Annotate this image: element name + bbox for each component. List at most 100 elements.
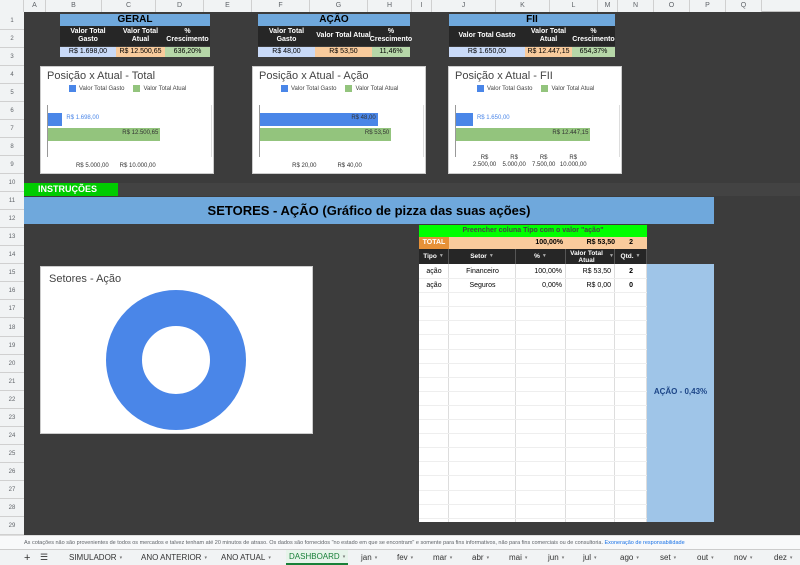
row-header[interactable]: 25 — [0, 444, 24, 463]
add-sheet-icon[interactable]: + — [24, 552, 30, 564]
total-val[interactable]: R$ 53,50 — [567, 237, 619, 249]
column-header[interactable]: H — [368, 0, 412, 12]
column-header[interactable]: B — [46, 0, 102, 12]
column-header[interactable]: M — [598, 0, 618, 12]
chevron-down-icon[interactable]: ▾ — [204, 555, 207, 561]
acao-v2[interactable]: R$ 53,50 — [315, 47, 372, 57]
geral-v3[interactable]: 636,20% — [165, 47, 210, 57]
sheet-tab[interactable]: set ▾ — [657, 550, 679, 565]
sheet-tab[interactable]: jan ▾ — [358, 550, 380, 565]
geral-v2[interactable]: R$ 12.500,65 — [116, 47, 165, 57]
fii-v2[interactable]: R$ 12.447,15 — [525, 47, 572, 57]
fii-v1[interactable]: R$ 1.650,00 — [449, 47, 525, 57]
row-header[interactable]: 11 — [0, 192, 24, 211]
instructions-tab[interactable]: INSTRUÇÕES — [24, 183, 118, 196]
row-header[interactable]: 14 — [0, 246, 24, 265]
column-header[interactable]: C — [102, 0, 156, 12]
row-header[interactable]: 9 — [0, 156, 24, 175]
filter-icon[interactable]: ▼ — [609, 253, 614, 260]
sector-cell-pct[interactable]: 100,00% — [516, 266, 566, 278]
row-header[interactable]: 26 — [0, 462, 24, 481]
chevron-down-icon[interactable]: ▾ — [120, 555, 123, 561]
row-header[interactable]: 5 — [0, 84, 24, 103]
column-header[interactable]: K — [496, 0, 550, 12]
sheet-tab[interactable]: abr ▾ — [469, 550, 492, 565]
filter-icon[interactable]: ▼ — [636, 253, 641, 260]
row-header[interactable]: 21 — [0, 372, 24, 391]
row-header[interactable]: 29 — [0, 516, 24, 535]
row-header[interactable]: 20 — [0, 354, 24, 373]
sheet-tab[interactable]: ago ▾ — [617, 550, 642, 565]
total-pct[interactable]: 100,00% — [515, 237, 567, 249]
chevron-down-icon[interactable]: ▾ — [450, 555, 453, 561]
sector-col-header[interactable]: Valor Total Atual ▼ — [566, 249, 615, 264]
sector-cell-setor[interactable]: Financeiro — [449, 266, 516, 278]
sheet-tab[interactable]: SIMULADOR ▾ — [66, 550, 125, 565]
row-header[interactable]: 17 — [0, 300, 24, 319]
filter-icon[interactable]: ▼ — [489, 253, 494, 260]
column-header[interactable]: F — [252, 0, 310, 12]
sheet-tab[interactable]: mar ▾ — [430, 550, 455, 565]
sheet-tab[interactable]: DASHBOARD ▾ — [286, 550, 349, 565]
sector-col-header[interactable]: Tipo ▼ — [419, 249, 449, 264]
row-header[interactable]: 4 — [0, 66, 24, 85]
column-header[interactable]: O — [654, 0, 690, 12]
column-header[interactable] — [0, 0, 24, 12]
row-header[interactable]: 28 — [0, 498, 24, 517]
fii-v3[interactable]: 654,37% — [572, 47, 615, 57]
acao-v1[interactable]: R$ 48,00 — [258, 47, 315, 57]
column-header[interactable]: A — [24, 0, 46, 12]
chevron-down-icon[interactable]: ▾ — [562, 555, 565, 561]
chart-acao[interactable]: Posição x Atual - Ação Valor Total Gasto… — [252, 66, 426, 174]
acao-v3[interactable]: 11,46% — [372, 47, 410, 57]
chart-total[interactable]: Posição x Atual - Total Valor Total Gast… — [40, 66, 214, 174]
chevron-down-icon[interactable]: ▾ — [487, 555, 490, 561]
row-header[interactable]: 3 — [0, 48, 24, 67]
chevron-down-icon[interactable]: ▾ — [790, 555, 793, 561]
row-header[interactable]: 13 — [0, 228, 24, 247]
sector-col-header[interactable]: Setor ▼ — [449, 249, 516, 264]
row-header[interactable]: 12 — [0, 210, 24, 229]
sector-col-header[interactable]: Qtd. ▼ — [615, 249, 647, 264]
sheet-tab[interactable]: jun ▾ — [545, 550, 567, 565]
sector-cell-valor[interactable]: R$ 0,00 — [566, 280, 615, 292]
column-header[interactable]: E — [204, 0, 252, 12]
column-header[interactable]: N — [618, 0, 654, 12]
sector-cell-qtd[interactable]: 2 — [615, 266, 647, 278]
chevron-down-icon[interactable]: ▾ — [343, 554, 346, 560]
sector-cell-setor[interactable]: Seguros — [449, 280, 516, 292]
row-header[interactable]: 16 — [0, 282, 24, 301]
filter-icon[interactable]: ▼ — [439, 253, 444, 260]
row-header[interactable]: 22 — [0, 390, 24, 409]
chevron-down-icon[interactable]: ▾ — [411, 555, 414, 561]
chart-fii[interactable]: Posição x Atual - FII Valor Total Gasto … — [448, 66, 622, 174]
row-header[interactable]: 1 — [0, 12, 24, 31]
chevron-down-icon[interactable]: ▾ — [268, 555, 271, 561]
column-header[interactable]: G — [310, 0, 368, 12]
row-header[interactable]: 18 — [0, 318, 24, 337]
row-header[interactable]: 10 — [0, 174, 24, 193]
chevron-down-icon[interactable]: ▾ — [750, 555, 753, 561]
chart-setores[interactable]: Setores - Ação — [40, 266, 313, 434]
column-header[interactable]: P — [690, 0, 726, 12]
column-header[interactable]: D — [156, 0, 204, 12]
sheet-tab[interactable]: ANO ATUAL ▾ — [218, 550, 274, 565]
bar-gasto[interactable] — [47, 113, 63, 126]
sheet-tab[interactable]: fev ▾ — [394, 550, 416, 565]
sector-cell-tipo[interactable]: ação — [419, 280, 449, 292]
chevron-down-icon[interactable]: ▾ — [711, 555, 714, 561]
row-header[interactable]: 2 — [0, 30, 24, 49]
column-header[interactable]: I — [412, 0, 432, 12]
sector-cell-tipo[interactable]: ação — [419, 266, 449, 278]
chevron-down-icon[interactable]: ▾ — [636, 555, 639, 561]
sector-col-header[interactable]: % ▼ — [516, 249, 566, 264]
disclaimer-link[interactable]: Exoneração de responsabilidade — [605, 540, 685, 546]
geral-v1[interactable]: R$ 1.698,00 — [60, 47, 116, 57]
sheet-tab[interactable]: dez ▾ — [771, 550, 795, 565]
row-header[interactable]: 23 — [0, 408, 24, 427]
row-header[interactable]: 24 — [0, 426, 24, 445]
total-qtd[interactable]: 2 — [619, 237, 647, 249]
chevron-down-icon[interactable]: ▾ — [594, 555, 597, 561]
sheet-tab[interactable]: nov ▾ — [731, 550, 755, 565]
column-header[interactable]: L — [550, 0, 598, 12]
